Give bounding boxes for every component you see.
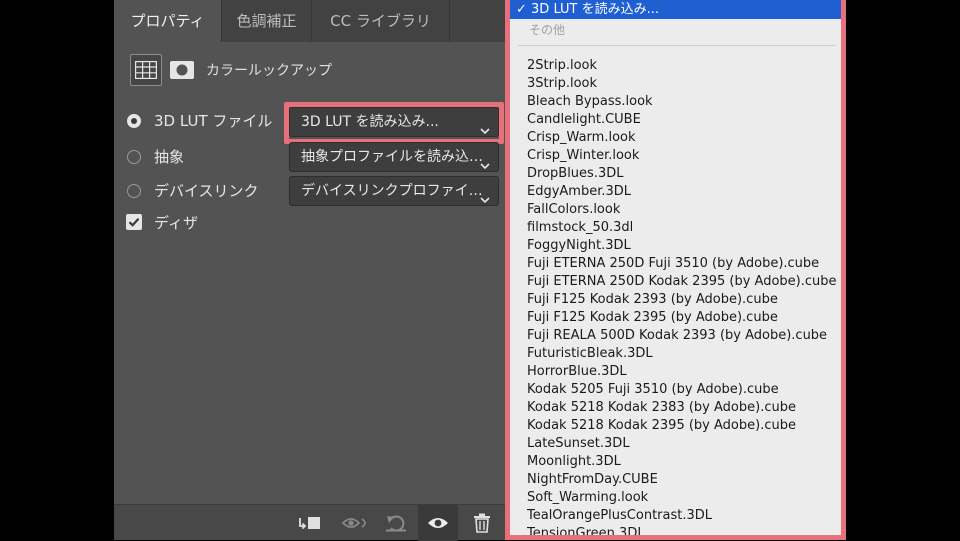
reset-icon[interactable]: [376, 505, 416, 541]
menu-item[interactable]: Kodak 5218 Kodak 2395 (by Adobe).cube: [527, 417, 796, 435]
chevron-down-icon: [480, 152, 490, 171]
tab-cc-libraries[interactable]: CC ライブラリ: [312, 0, 450, 42]
adjustment-title: カラールックアップ: [206, 63, 332, 79]
highlight-box: [284, 102, 504, 144]
radio-device-link[interactable]: [127, 184, 141, 198]
menu-item[interactable]: FoggyNight.3DL: [527, 237, 631, 255]
menu-item[interactable]: Fuji ETERNA 250D Kodak 2395 (by Adobe).c…: [527, 273, 837, 291]
panel-tab-bar: プロパティ 色調補正 CC ライブラリ: [114, 0, 506, 42]
chevron-down-icon: [480, 186, 490, 205]
menu-item[interactable]: HorrorBlue.3DL: [527, 363, 627, 381]
menu-item[interactable]: filmstock_50.3dl: [527, 219, 633, 237]
menu-item[interactable]: Moonlight.3DL: [527, 453, 621, 471]
menu-item[interactable]: Kodak 5218 Kodak 2383 (by Adobe).cube: [527, 399, 796, 417]
menu-item-load-3d-lut[interactable]: ✓ 3D LUT を読み込み...: [510, 0, 841, 19]
menu-item[interactable]: Soft_Warming.look: [527, 489, 648, 507]
lut-dropdown-menu: ✓ 3D LUT を読み込み... その他 2Strip.look 3Strip.…: [505, 0, 846, 540]
menu-item[interactable]: TealOrangePlusContrast.3DL: [527, 507, 712, 525]
menu-item[interactable]: Fuji REALA 500D Kodak 2393 (by Adobe).cu…: [527, 327, 827, 345]
clip-to-layer-icon[interactable]: [290, 505, 330, 541]
abstract-profile-select[interactable]: 抽象プロファイルを読み込…: [289, 142, 499, 172]
menu-item[interactable]: DropBlues.3DL: [527, 165, 623, 183]
menu-item[interactable]: NightFromDay.CUBE: [527, 471, 658, 489]
label-abstract: 抽象: [154, 148, 185, 166]
label-3d-lut-file: 3D LUT ファイル: [154, 112, 273, 130]
menu-item[interactable]: Fuji ETERNA 250D Fuji 3510 (by Adobe).cu…: [527, 255, 819, 273]
menu-item[interactable]: LateSunset.3DL: [527, 435, 630, 453]
menu-item[interactable]: 3Strip.look: [527, 75, 597, 93]
menu-item[interactable]: TensionGreen.3DL: [527, 525, 645, 535]
menu-item[interactable]: Kodak 5205 Fuji 3510 (by Adobe).cube: [527, 381, 779, 399]
menu-item[interactable]: FallColors.look: [527, 201, 620, 219]
radio-abstract[interactable]: [127, 150, 141, 164]
abstract-select-value: 抽象プロファイルを読み込…: [301, 149, 483, 165]
menu-item[interactable]: 2Strip.look: [527, 57, 597, 75]
dither-checkbox[interactable]: [126, 214, 142, 230]
menu-item[interactable]: Candlelight.CUBE: [527, 111, 641, 129]
menu-item[interactable]: Bleach Bypass.look: [527, 93, 653, 111]
device-link-select-value: デバイスリンクプロファイ…: [301, 183, 483, 199]
label-device-link: デバイスリンク: [154, 182, 259, 200]
radio-3d-lut-file[interactable]: [127, 114, 141, 128]
menu-item[interactable]: FuturisticBleak.3DL: [527, 345, 653, 363]
device-link-profile-select[interactable]: デバイスリンクプロファイ…: [289, 176, 499, 206]
label-dither: ディザ: [154, 214, 198, 232]
trash-icon[interactable]: [462, 505, 502, 541]
mask-icon[interactable]: [166, 54, 198, 86]
panel-bottom-toolbar: [114, 504, 506, 541]
menu-group-other: その他: [529, 23, 566, 37]
menu-item[interactable]: Crisp_Winter.look: [527, 147, 639, 165]
menu-separator: [518, 45, 836, 46]
visibility-eye-icon[interactable]: [418, 505, 458, 541]
grid-table-icon[interactable]: [130, 54, 162, 86]
tab-adjustments[interactable]: 色調補正: [222, 0, 312, 42]
menu-item[interactable]: Crisp_Warm.look: [527, 129, 636, 147]
menu-item[interactable]: Fuji F125 Kodak 2395 (by Adobe).cube: [527, 309, 778, 327]
menu-item[interactable]: Fuji F125 Kodak 2393 (by Adobe).cube: [527, 291, 778, 309]
view-previous-state-icon[interactable]: [336, 505, 376, 541]
menu-item[interactable]: EdgyAmber.3DL: [527, 183, 631, 201]
tab-properties[interactable]: プロパティ: [114, 0, 222, 42]
checkmark-icon: [128, 218, 140, 227]
properties-panel: プロパティ 色調補正 CC ライブラリ カラールックアップ 3D LUT ファイ…: [114, 0, 506, 541]
